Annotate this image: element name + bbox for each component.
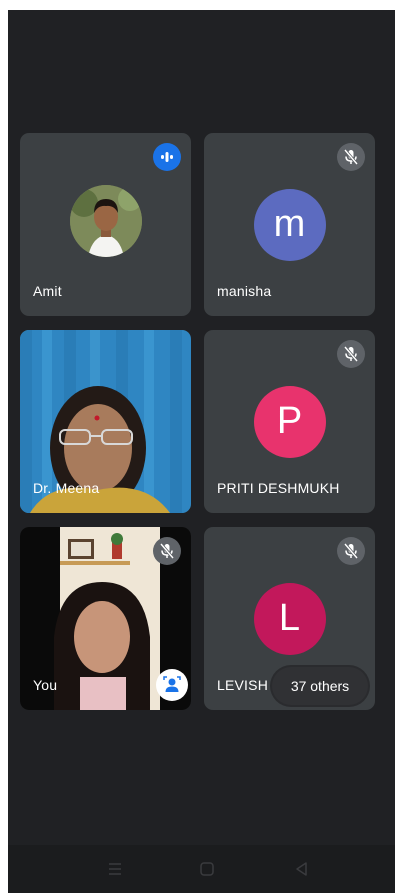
avatar	[69, 185, 142, 257]
participant-name: PRITI DESHMUKH	[217, 480, 340, 496]
menu-icon[interactable]	[100, 855, 130, 883]
others-count-button[interactable]: 37 others	[272, 667, 368, 705]
back-icon[interactable]	[286, 855, 316, 883]
participant-name: Dr. Meena	[33, 480, 100, 496]
participant-tile-dr-meena[interactable]: Dr. Meena	[20, 330, 191, 513]
speaking-indicator-icon	[153, 143, 181, 171]
avatar: P	[253, 385, 326, 458]
mic-off-icon	[337, 537, 365, 565]
participant-name: manisha	[217, 283, 272, 299]
visual-effects-icon[interactable]	[156, 669, 188, 701]
mic-off-icon	[337, 340, 365, 368]
avatar: L	[253, 582, 326, 655]
home-icon[interactable]	[192, 855, 222, 883]
participant-tile-amit[interactable]: Amit	[20, 133, 191, 316]
participant-name: Amit	[33, 283, 62, 299]
participant-tile-manisha[interactable]: m manisha	[204, 133, 375, 316]
avatar: m	[253, 188, 326, 261]
participant-tile-you[interactable]: You	[20, 527, 191, 710]
system-nav-bar	[8, 845, 395, 893]
mic-off-icon	[153, 537, 181, 565]
participant-name: You	[33, 677, 58, 693]
mic-off-icon	[337, 143, 365, 171]
participant-tile-priti-deshmukh[interactable]: P PRITI DESHMUKH	[204, 330, 375, 513]
